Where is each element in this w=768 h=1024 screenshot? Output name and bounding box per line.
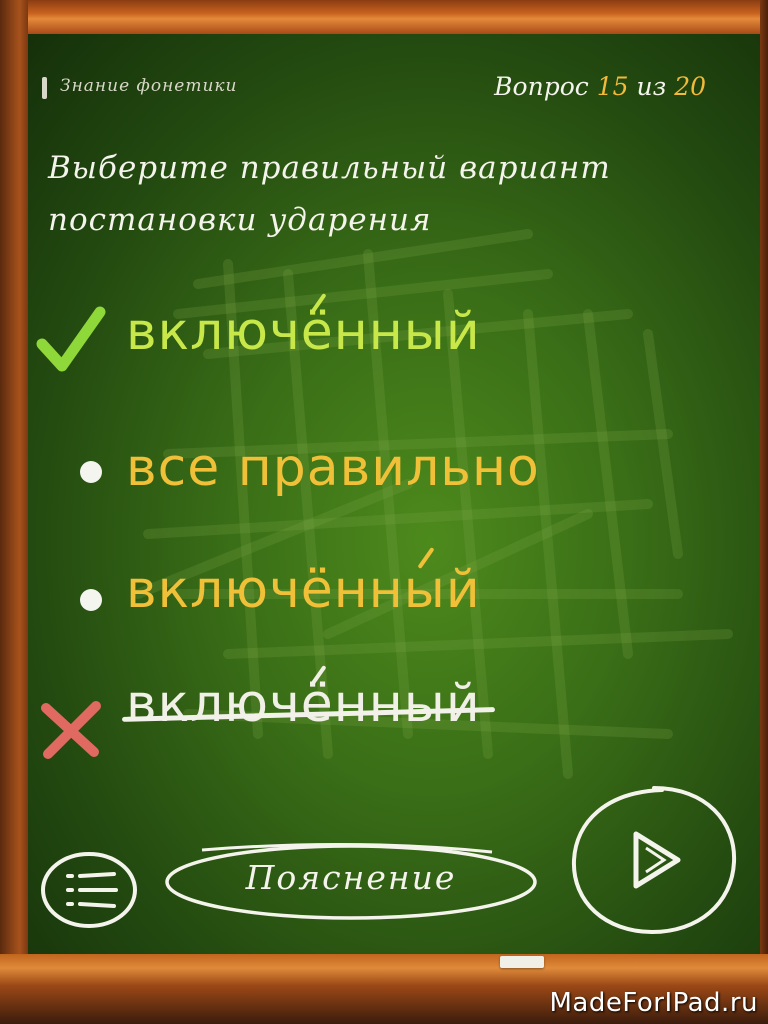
bullet-icon [80,461,102,483]
answer-option-4[interactable]: включённый [121,665,495,734]
check-icon [36,306,106,372]
category-marker [42,77,47,99]
board-frame-left [0,0,28,960]
menu-button[interactable] [38,850,140,930]
answer-text-2: все правильно [126,438,540,498]
answer-text-1: включённый [126,302,481,362]
answer-text-4: включённый [126,674,481,734]
category-label: Знание фонетики [60,76,238,96]
counter-separator: из [636,72,667,101]
answer-option-3[interactable]: включённый [126,547,481,620]
answer-option-1[interactable]: включённый [126,293,481,362]
board-frame-right [760,0,768,960]
explanation-label: Пояснение [245,858,457,897]
answer-text-3: включённый [126,560,481,620]
counter-current: 15 [596,72,629,101]
cross-icon [41,701,101,759]
answer-option-2[interactable]: все правильно [126,438,540,498]
watermark: MadeForIPad.ru [549,988,758,1018]
question-counter: Вопрос 15 из 20 [494,72,706,101]
play-icon [571,786,737,935]
bullet-icon [80,589,102,611]
question-text: Выберите правильный вариант постановки у… [48,150,611,238]
board-frame-top [0,0,768,34]
chalk-stick [500,956,544,968]
counter-prefix: Вопрос [494,72,589,101]
counter-total: 20 [674,72,706,101]
menu-list-icon [41,852,137,928]
explanation-button[interactable]: Пояснение [162,840,540,920]
next-question-button[interactable] [566,782,740,938]
